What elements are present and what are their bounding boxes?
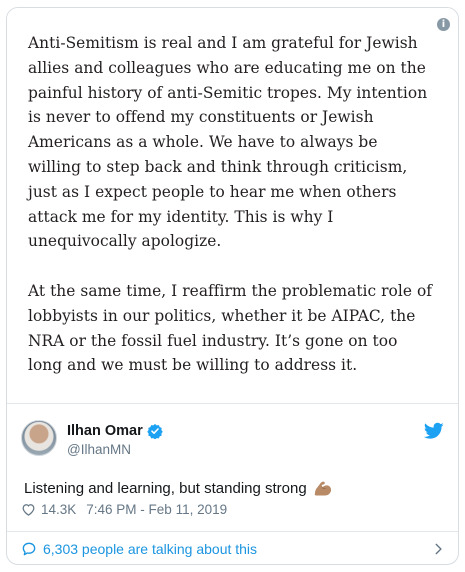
conversation-label[interactable]: 6,303 people are talking about this bbox=[43, 541, 257, 557]
statement-paragraph-2: At the same time, I reaffirm the problem… bbox=[28, 281, 433, 375]
author-header: Ilhan Omar @IlhanMN bbox=[21, 420, 446, 460]
heart-icon[interactable] bbox=[21, 502, 36, 517]
like-count[interactable]: 14.3K bbox=[41, 502, 76, 517]
flexed-biceps-icon bbox=[314, 481, 331, 496]
tweet-text-content: Listening and learning, but standing str… bbox=[24, 479, 307, 497]
divider bbox=[7, 531, 458, 532]
name-row[interactable]: Ilhan Omar bbox=[67, 422, 163, 440]
author-handle[interactable]: @IlhanMN bbox=[67, 442, 131, 457]
author-display-name[interactable]: Ilhan Omar bbox=[67, 423, 143, 439]
avatar[interactable] bbox=[21, 420, 57, 456]
tweet-text: Listening and learning, but standing str… bbox=[24, 478, 334, 498]
conversation-link[interactable]: 6,303 people are talking about this bbox=[21, 535, 445, 563]
tweet-timestamp[interactable]: 7:46 PM - Feb 11, 2019 bbox=[86, 502, 227, 517]
info-icon[interactable]: i bbox=[437, 18, 450, 31]
verified-badge-icon bbox=[147, 424, 163, 439]
divider bbox=[7, 403, 458, 404]
statement-text: Anti-Semitism is real and I am grateful … bbox=[28, 31, 453, 378]
statement-paragraph-1: Anti-Semitism is real and I am grateful … bbox=[28, 34, 428, 251]
reply-bubble-icon bbox=[22, 542, 36, 556]
tweet-meta: 14.3K 7:46 PM - Feb 11, 2019 bbox=[21, 502, 227, 517]
twitter-bird-icon[interactable] bbox=[424, 422, 444, 440]
embedded-tweet-card: Anti-Semitism is real and I am grateful … bbox=[6, 7, 459, 565]
chevron-right-icon[interactable] bbox=[431, 542, 445, 556]
tweet-attached-image[interactable]: Anti-Semitism is real and I am grateful … bbox=[7, 8, 458, 403]
